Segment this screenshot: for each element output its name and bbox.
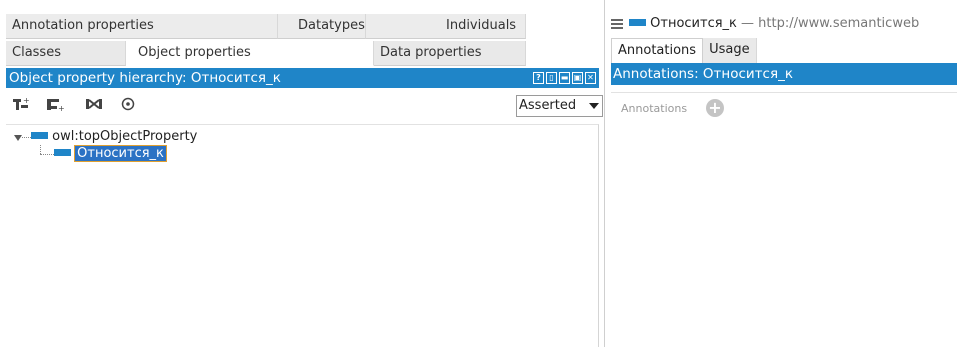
- hierarchy-mode-select[interactable]: Asserted: [516, 95, 603, 117]
- entity-name: Относится_к: [650, 16, 737, 31]
- object-property-icon: [629, 19, 646, 26]
- maximize-icon[interactable]: ▣: [572, 72, 583, 84]
- chevron-down-icon: [589, 103, 599, 109]
- tab-individuals[interactable]: Individuals: [366, 14, 526, 39]
- tab-annotations[interactable]: Annotations: [611, 38, 704, 63]
- svg-text:+: +: [58, 104, 65, 112]
- svg-text:+: +: [23, 96, 30, 105]
- help-icon[interactable]: ?: [533, 72, 544, 84]
- hierarchy-mode-value: Asserted: [519, 98, 577, 113]
- refresh-icon[interactable]: [118, 96, 138, 114]
- tree-connector-vertical: [40, 145, 41, 154]
- annotations-view-header: Annotations: Относится_к: [611, 63, 957, 85]
- tab-row-1: Annotation properties Datatypes Individu…: [6, 14, 603, 39]
- add-sibling-property-icon[interactable]: +: [46, 96, 66, 114]
- add-annotation-icon[interactable]: +: [706, 99, 724, 117]
- tab-classes[interactable]: Classes: [6, 41, 126, 66]
- hierarchy-view-header: Object property hierarchy: Относится_к ?…: [6, 68, 599, 88]
- view-window-buttons: ? ▯ ▬ ▣ ✕: [533, 72, 596, 84]
- annotations-label: Annotations: [621, 102, 688, 115]
- tree-node-child-label: Относится_к: [74, 145, 167, 162]
- expand-triangle-icon[interactable]: [14, 135, 22, 141]
- hierarchy-toolbar: + + Asserted: [6, 90, 603, 122]
- menu-icon[interactable]: [611, 17, 623, 31]
- minimize-icon[interactable]: ▬: [559, 72, 570, 84]
- entity-iri: — http://www.semanticweb: [736, 16, 920, 31]
- tree-node-root-label: owl:topObjectProperty: [52, 129, 198, 144]
- tab-row-2: Classes Object properties Data propertie…: [6, 41, 603, 66]
- delete-property-icon[interactable]: [84, 96, 104, 114]
- add-sub-property-icon[interactable]: +: [12, 96, 32, 114]
- tree-connector-child: [40, 154, 54, 155]
- tree-connector: [22, 137, 31, 138]
- annotations-body: Annotations +: [611, 92, 957, 347]
- right-tabs: Annotations Usage: [611, 38, 757, 63]
- tab-datatypes[interactable]: Datatypes: [278, 14, 366, 39]
- tree-node-child[interactable]: Относится_к: [54, 145, 167, 162]
- split-icon[interactable]: ▯: [546, 72, 557, 84]
- tab-object-properties[interactable]: Object properties: [126, 41, 374, 66]
- property-tree: owl:topObjectProperty Относится_к: [6, 124, 599, 347]
- entity-title-bar: Относится_к — http://www.semanticweb: [611, 14, 919, 34]
- tree-node-root[interactable]: owl:topObjectProperty: [31, 129, 197, 145]
- left-pane: Annotation properties Datatypes Individu…: [0, 0, 603, 347]
- tab-data-properties[interactable]: Data properties: [374, 41, 526, 66]
- object-property-icon: [31, 132, 48, 139]
- tab-usage[interactable]: Usage: [703, 38, 757, 63]
- tab-annotation-properties[interactable]: Annotation properties: [6, 14, 278, 39]
- close-icon[interactable]: ✕: [585, 72, 596, 84]
- object-property-icon: [54, 149, 71, 156]
- right-pane: Относится_к — http://www.semanticweb Ann…: [604, 0, 957, 347]
- hierarchy-title: Object property hierarchy: Относится_к: [9, 70, 281, 86]
